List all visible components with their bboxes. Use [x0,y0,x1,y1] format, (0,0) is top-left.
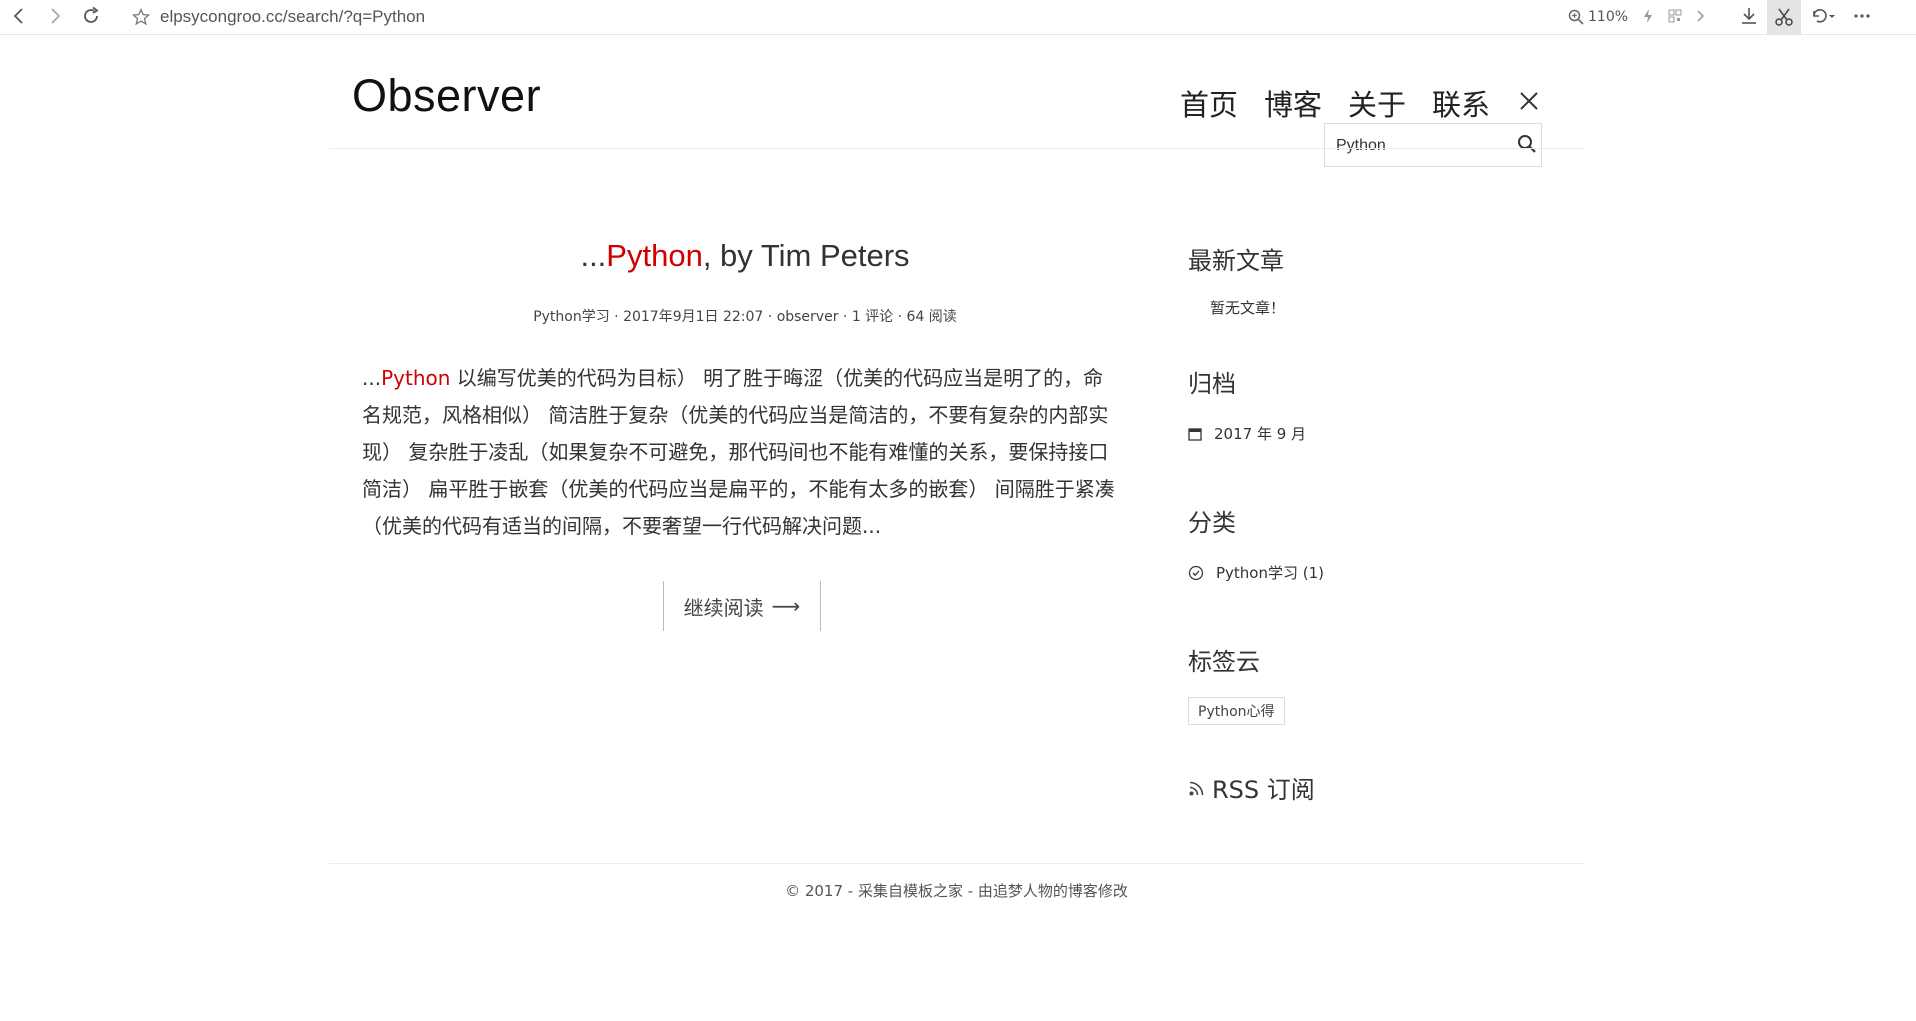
calendar-icon [1188,427,1202,441]
search-input[interactable] [1334,133,1508,159]
close-icon[interactable] [1518,90,1540,112]
recent-empty-text: 暂无文章！ [1210,299,1286,317]
back-icon[interactable] [8,5,30,27]
post-title-prefix: ... [580,238,607,273]
widget-title-tags: 标签云 [1188,648,1260,676]
rss-label: RSS 订阅 [1212,776,1315,804]
url-text[interactable]: elpsycongroo.cc/search/?q=Python [160,7,425,27]
footer-separator: - [962,882,978,900]
widget-title-archive: 归档 [1188,370,1236,398]
post-comments[interactable]: 1 评论 [852,309,893,325]
site-title[interactable]: Observer [352,70,541,122]
widget-title-categories: 分类 [1188,509,1236,537]
arrow-right-icon: ⟶ [771,594,801,618]
post-category-link[interactable]: Python学习 [533,309,610,325]
star-icon[interactable] [132,6,150,28]
chevron-right-icon[interactable] [1693,5,1707,27]
footer-link-template[interactable]: 采集自模板之家 [858,882,963,900]
excerpt-prefix: ... [362,366,382,390]
category-link[interactable]: Python学习 (1) [1216,562,1324,583]
nav-item-about[interactable]: 关于 [1348,82,1406,124]
lightning-icon[interactable] [1640,5,1656,27]
post-title-highlight: Python [606,238,703,273]
main-nav: 首页 博客 关于 联系 [1180,82,1490,124]
nav-item-contact[interactable]: 联系 [1432,82,1490,124]
post-views: 64 阅读 [906,309,957,325]
search-icon[interactable] [1517,134,1539,156]
meta-separator: · [763,309,777,325]
category-item[interactable]: Python学习 (1) [1188,562,1324,583]
excerpt-text: 以编写优美的代码为目标） 明了胜于晦涩（优美的代码应当是明了的，命名规范，风格相… [362,366,1115,538]
search-form [1324,123,1542,167]
post-date[interactable]: 2017年9月1日 22:07 [623,309,763,325]
footer-copyright: © 2017 - [785,882,858,900]
rss-link[interactable]: RSS 订阅 [1188,770,1315,805]
read-more-button[interactable]: 继续阅读 ⟶ [663,581,821,631]
address-bar[interactable]: elpsycongroo.cc/search/?q=Python [132,0,425,34]
zoom-indicator[interactable]: 110% [1568,7,1628,27]
archive-link[interactable]: 2017 年 9 月 [1214,423,1306,444]
reload-icon[interactable] [80,5,102,27]
post-title[interactable]: ...Python, by Tim Peters [360,238,1130,274]
site-footer: © 2017 - 采集自模板之家 - 由追梦人物的博客修改 [329,880,1584,901]
excerpt-highlight: Python [381,366,451,390]
undo-icon[interactable] [1808,5,1838,27]
read-more-label: 继续阅读 [683,595,764,620]
post-excerpt: ...Python 以编写优美的代码为目标） 明了胜于晦涩（优美的代码应当是明了… [362,360,1122,545]
browser-toolbar: elpsycongroo.cc/search/?q=Python 110% [0,0,1916,35]
download-icon[interactable] [1738,5,1760,27]
footer-link-origin[interactable]: 由追梦人物的博客修改 [978,882,1128,900]
qr-icon[interactable] [1666,5,1684,27]
zoom-level: 110% [1588,9,1629,25]
post-title-rest: , by Tim Peters [702,238,910,273]
zoom-icon [1568,9,1584,25]
forward-icon[interactable] [44,5,66,27]
scissors-icon[interactable] [1767,0,1801,34]
meta-separator: · [609,309,624,325]
archive-item[interactable]: 2017 年 9 月 [1188,423,1306,444]
check-circle-icon [1188,565,1204,580]
rss-icon [1189,781,1204,795]
more-icon[interactable] [1850,5,1874,27]
meta-separator: · [838,309,852,325]
post-author[interactable]: observer [777,309,839,325]
post-meta: Python学习 · 2017年9月1日 22:07 · observer · … [360,306,1130,326]
tag-python-notes[interactable]: Python心得 [1188,697,1285,725]
widget-title-recent: 最新文章 [1188,247,1284,275]
nav-item-blog[interactable]: 博客 [1264,82,1322,124]
footer-divider [329,863,1584,864]
header-divider [329,148,1584,149]
meta-separator: · [893,309,907,325]
nav-item-home[interactable]: 首页 [1180,82,1238,124]
